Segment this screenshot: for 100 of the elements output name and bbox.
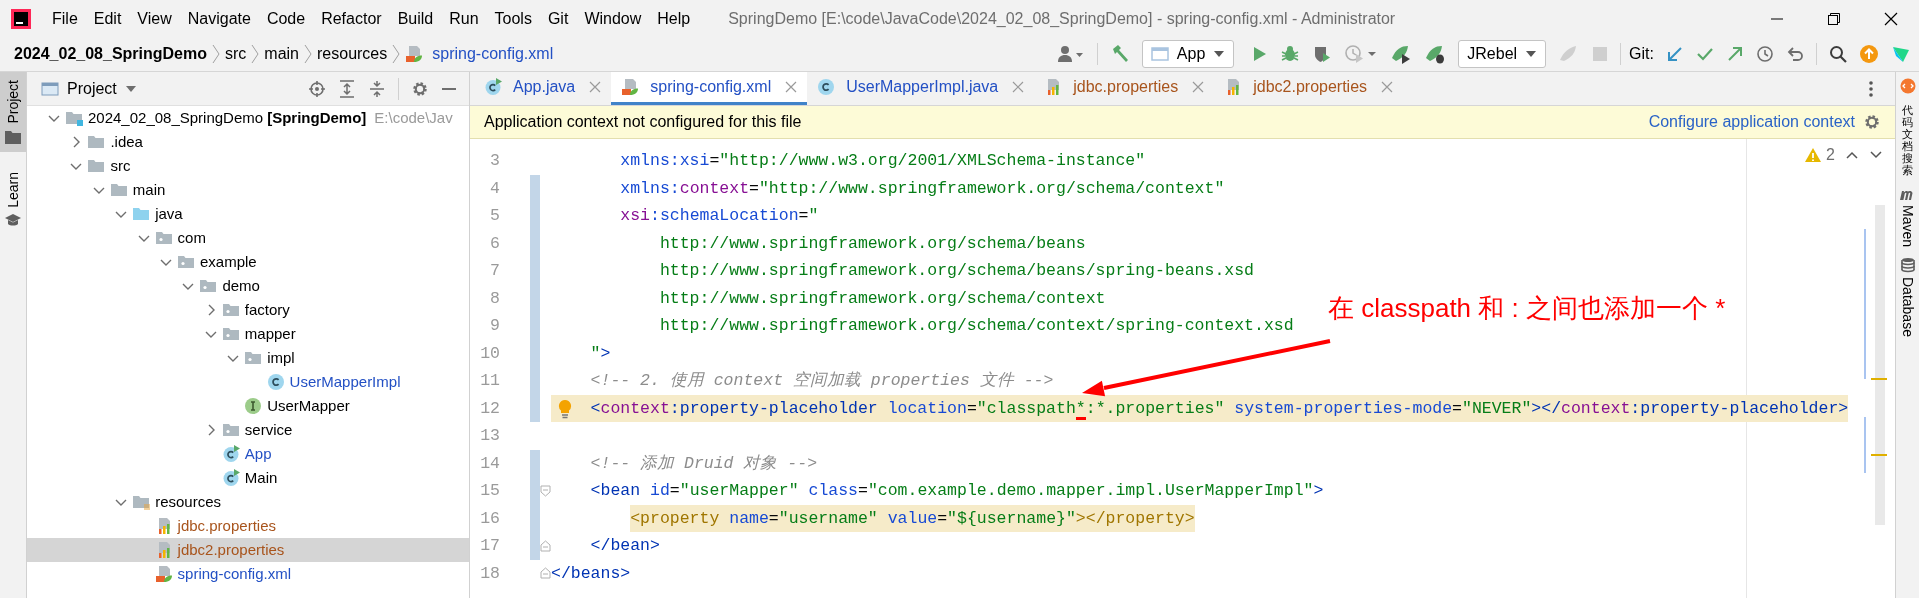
- tree-item[interactable]: java: [27, 202, 469, 226]
- tree-item[interactable]: UserMapper: [27, 394, 469, 418]
- line-number: 5: [489, 205, 501, 227]
- tree-item[interactable]: jdbc.properties: [27, 514, 469, 538]
- tree-item[interactable]: 2024_02_08_SpringDemo [SpringDemo] E:\code\Jav: [27, 106, 469, 130]
- menu-item[interactable]: Code: [258, 6, 314, 31]
- jrebel-dropdown[interactable]: JRebel: [1458, 40, 1547, 68]
- tree-item[interactable]: example: [27, 250, 469, 274]
- close-icon[interactable]: [1883, 11, 1898, 26]
- tree-item[interactable]: spring-config.xml: [27, 562, 469, 586]
- editor-tab[interactable]: spring-config.xml: [611, 72, 808, 105]
- tool-window-tab[interactable]: Learn: [0, 163, 26, 236]
- tree-item[interactable]: jdbc2.properties: [27, 538, 469, 562]
- configure-link[interactable]: Configure application context: [1648, 110, 1855, 134]
- tree-item[interactable]: Main: [27, 466, 469, 490]
- tool-window-tab[interactable]: 代码文档搜索: [1902, 104, 1913, 177]
- editor-tab[interactable]: App.java: [474, 72, 612, 105]
- interface-icon: [244, 397, 263, 415]
- code-line: <!-- 添加 Druid 对象 -->: [589, 452, 818, 475]
- xml-file-icon: [154, 565, 173, 583]
- tree-item[interactable]: .idea: [27, 130, 469, 154]
- fold-marker-icon[interactable]: [540, 539, 551, 552]
- package-icon: [221, 301, 240, 319]
- menu-item[interactable]: Edit: [85, 6, 130, 31]
- line-number: 17: [479, 535, 501, 557]
- tree-item[interactable]: resources: [27, 490, 469, 514]
- breadcrumb-item[interactable]: resources: [317, 42, 388, 66]
- menu-item[interactable]: Help: [649, 6, 699, 31]
- line-number: 13: [479, 425, 501, 447]
- run-config-dropdown[interactable]: App: [1141, 40, 1235, 68]
- xml-file-icon: [621, 78, 640, 96]
- tree-item[interactable]: UserMapperImpl: [27, 370, 469, 394]
- app-logo-icon: [11, 8, 31, 29]
- tree-item[interactable]: App: [27, 442, 469, 466]
- code-line: xsi:schemaLocation=": [619, 205, 819, 227]
- menu-item[interactable]: Build: [389, 6, 442, 31]
- code-line: xmlns:xsi="http://www.w3.org/2001/XMLSchema-instance": [619, 150, 1146, 172]
- project-view-dropdown[interactable]: Project: [63, 74, 121, 103]
- tree-item[interactable]: impl: [27, 346, 469, 370]
- separator-chevron-icon: [391, 43, 402, 65]
- runnable-class-icon: [484, 78, 502, 96]
- tool-window-tab[interactable]: Database: [1897, 256, 1918, 337]
- settings-icon[interactable]: [1863, 113, 1881, 131]
- line-number: 14: [479, 452, 501, 475]
- tree-item[interactable]: factory: [27, 298, 469, 322]
- caret-icon[interactable]: [124, 84, 137, 93]
- fold-marker-icon[interactable]: [540, 567, 551, 580]
- caret-icon[interactable]: [1525, 50, 1538, 58]
- tool-window-tab[interactable]: Project: [0, 72, 26, 152]
- editor-tab[interactable]: UserMapperImpl.java: [807, 72, 1035, 105]
- fold-marker-icon[interactable]: [540, 484, 551, 497]
- tree-item[interactable]: com: [27, 226, 469, 250]
- menu-item[interactable]: Refactor: [313, 6, 390, 31]
- tree-item[interactable]: demo: [27, 274, 469, 298]
- editor-tab[interactable]: jdbc2.properties: [1214, 72, 1404, 105]
- tool-window-tab[interactable]: Maven: [1897, 186, 1918, 247]
- class-icon: [817, 78, 836, 96]
- tree-item[interactable]: mapper: [27, 322, 469, 346]
- tree-item[interactable]: src: [27, 154, 469, 178]
- package-icon: [244, 349, 263, 367]
- code-line: <!-- 2. 使用 context 空间加载 properties 文件 -->: [589, 370, 1054, 392]
- git-label: Git:: [1629, 44, 1654, 64]
- editor-tab[interactable]: jdbc.properties: [1034, 72, 1215, 105]
- line-number: 11: [479, 370, 501, 392]
- folder-icon: [87, 157, 106, 175]
- menu-item[interactable]: Run: [441, 6, 487, 31]
- folder-icon: [109, 181, 128, 199]
- lightbulb-icon[interactable]: [558, 398, 572, 419]
- code-line: xmlns:context="http://www.springframework.org/schema/context": [619, 177, 1225, 200]
- line-number: 12: [479, 397, 501, 420]
- code-line: </bean>: [589, 535, 660, 557]
- window-icon: [1150, 46, 1169, 62]
- scrollbar-drawing[interactable]: [1863, 203, 1887, 527]
- code-line: http://www.springframework.org/schema/context: [658, 287, 1106, 310]
- menu-item[interactable]: Window: [576, 6, 650, 31]
- plugin-icon[interactable]: [1899, 78, 1916, 94]
- breadcrumb-item[interactable]: 2024_02_08_SpringDemo: [14, 42, 207, 66]
- panel-icon: [41, 80, 59, 97]
- class-icon: [266, 373, 285, 391]
- code-line: <bean id="userMapper" class="com.example.demo.mapper.impl.UserMapperImpl">: [589, 480, 1324, 502]
- resources-folder-icon: [132, 493, 151, 511]
- breadcrumb-item[interactable]: spring-config.xml: [432, 42, 554, 66]
- menu-item[interactable]: View: [129, 6, 180, 31]
- restore-icon[interactable]: [1826, 11, 1841, 26]
- code-line: http://www.springframework.org/schema/beans/spring-beans.xsd: [658, 260, 1254, 282]
- line-number: 3: [489, 150, 501, 172]
- warning-count[interactable]: 2: [1826, 143, 1835, 167]
- breadcrumb-item[interactable]: main: [264, 42, 299, 66]
- tree-item[interactable]: service: [27, 418, 469, 442]
- tree-item[interactable]: main: [27, 178, 469, 202]
- line-number: 4: [489, 177, 501, 200]
- menu-item[interactable]: File: [44, 6, 86, 31]
- folder-icon: [87, 133, 106, 151]
- menu-item[interactable]: Tools: [486, 6, 540, 31]
- line-number: 8: [489, 287, 501, 310]
- banner-message: Application context not configured for this file: [484, 112, 803, 132]
- caret-icon[interactable]: [1213, 50, 1226, 58]
- breadcrumb-item[interactable]: src: [225, 42, 247, 66]
- menu-item[interactable]: Navigate: [179, 6, 259, 31]
- menu-item[interactable]: Git: [539, 6, 577, 31]
